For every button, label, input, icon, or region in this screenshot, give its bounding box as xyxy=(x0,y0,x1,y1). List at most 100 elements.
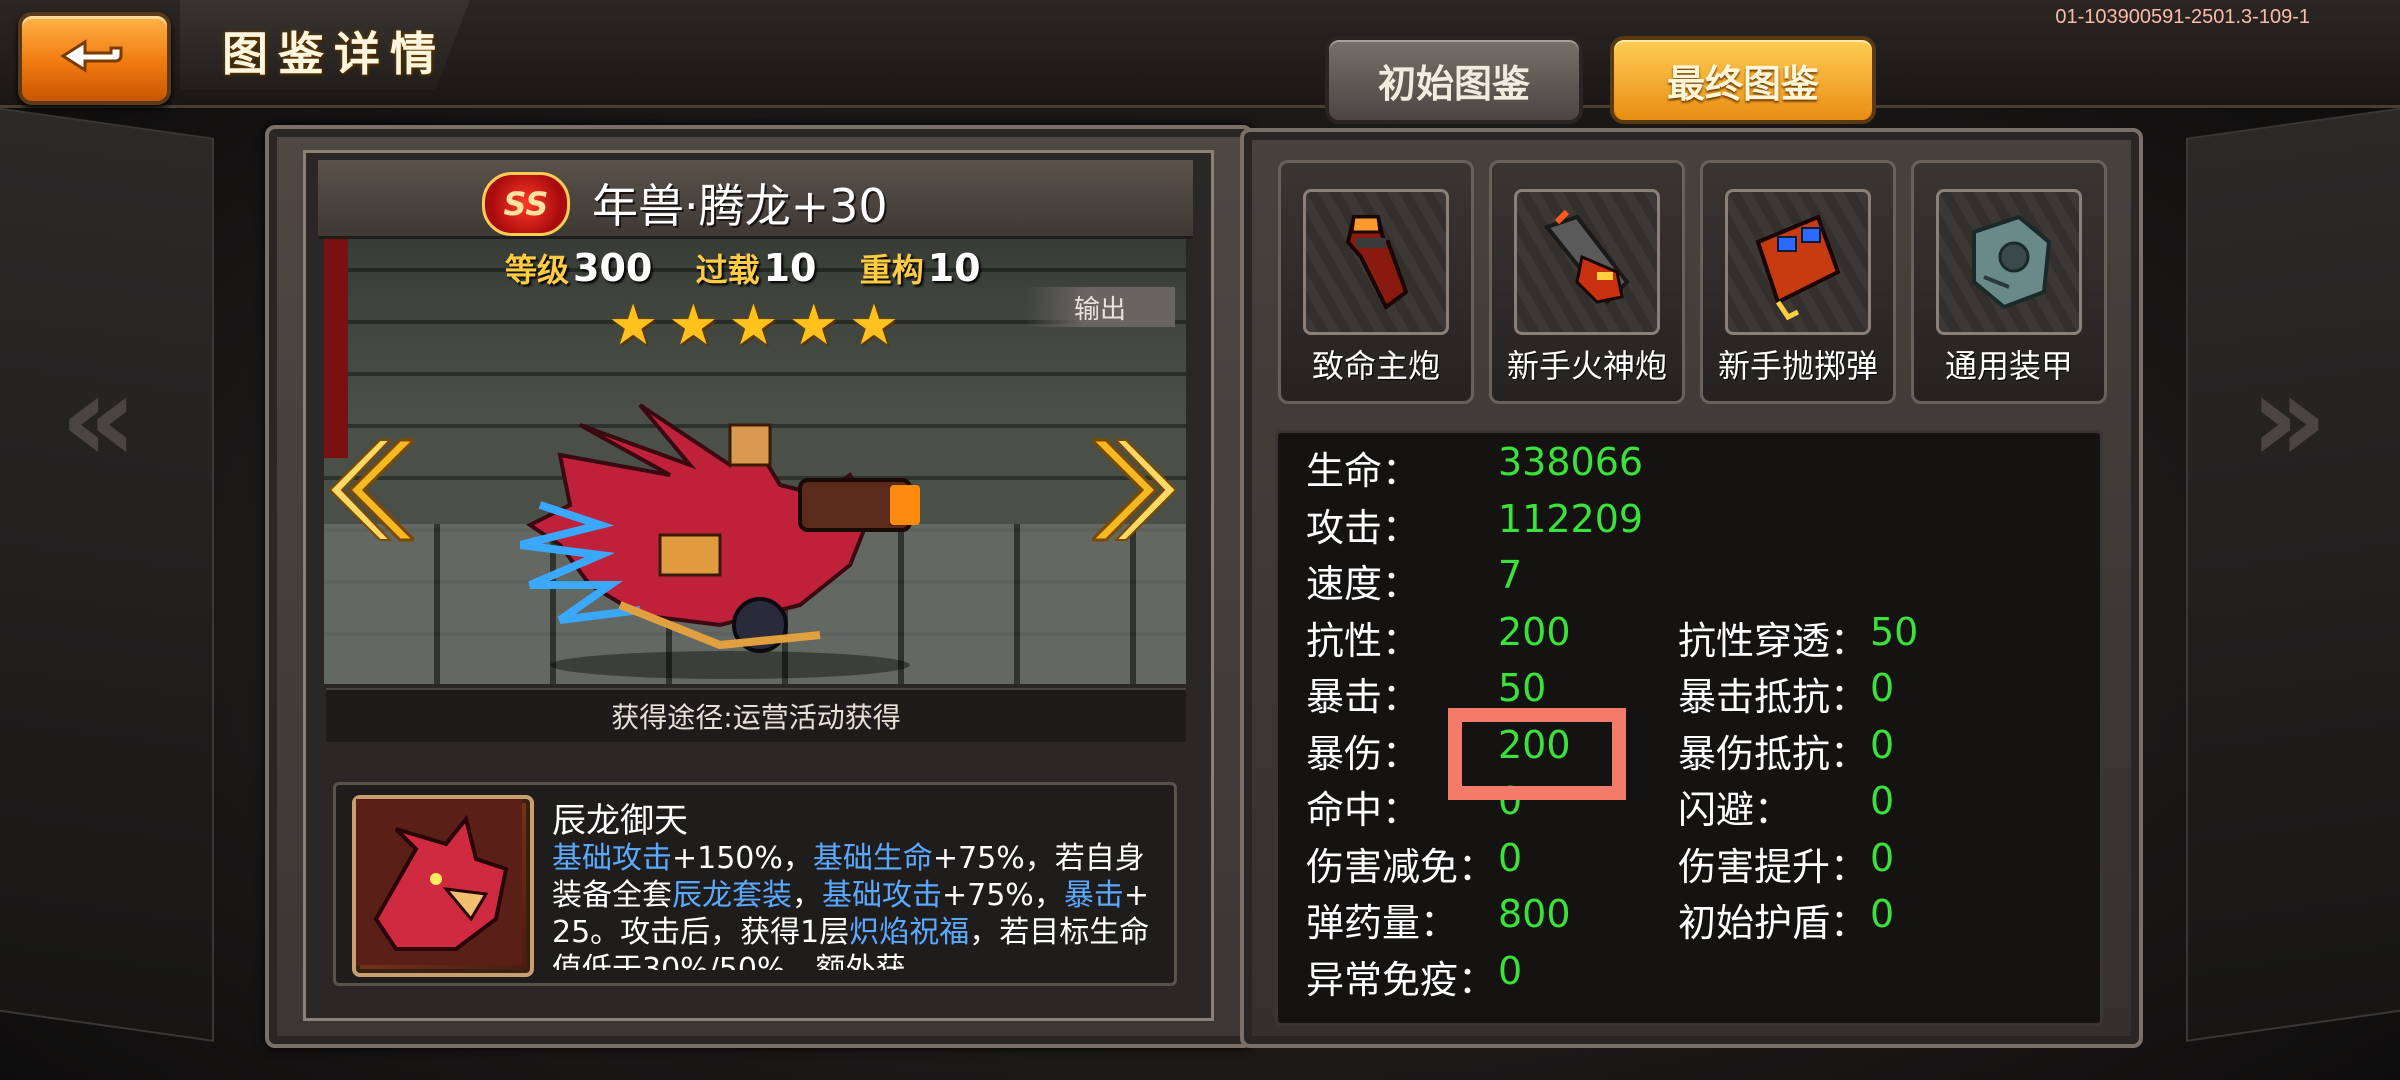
equip-label: 致命主炮 xyxy=(1311,347,1440,385)
cannon-icon xyxy=(1345,215,1409,311)
stat-label: 伤害提升： xyxy=(1678,845,1869,889)
skill-text: ， xyxy=(792,878,822,913)
stat-damage-boost: 伤害提升： 0 xyxy=(1678,836,1894,891)
stat-label: 命中： xyxy=(1306,788,1421,832)
stat-value: 50 xyxy=(1870,610,1919,654)
chevron-right-decor-icon: » xyxy=(2250,350,2328,489)
equip-image xyxy=(1514,189,1660,335)
equip-slot-armor[interactable]: 通用装甲 xyxy=(1911,160,2107,404)
level-value: 300 xyxy=(573,246,653,290)
chevron-left-icon xyxy=(330,438,414,542)
skill-keyword: 炽焰祝福 xyxy=(849,915,970,950)
page-title: 图鉴详情 xyxy=(222,27,446,81)
star-icon: ★ xyxy=(848,293,900,358)
gatling-icon xyxy=(1543,209,1630,305)
stat-label: 伤害减免： xyxy=(1306,845,1497,889)
equip-label: 新手火神炮 xyxy=(1506,347,1667,385)
star-icon: ★ xyxy=(728,293,779,358)
stat-attack: 攻击： 112209 xyxy=(1306,497,1643,552)
stat-crit-resist: 暴击抵抗： 0 xyxy=(1678,666,1894,721)
equip-slot-gatling[interactable]: 新手火神炮 xyxy=(1489,160,1685,404)
source-info: 获得途径:运营活动获得 xyxy=(326,688,1186,742)
rebuild-label: 重构 xyxy=(859,251,924,289)
star-icon: ★ xyxy=(788,293,839,358)
equip-image xyxy=(1725,189,1871,335)
equip-label: 通用装甲 xyxy=(1944,347,2073,385)
equip-image xyxy=(1303,189,1449,335)
background-wall-left xyxy=(0,102,214,1042)
unit-level-line: 等级 300 过载 10 重构 10 xyxy=(505,245,1011,291)
star-icon: ★ xyxy=(668,293,719,358)
stat-value: 800 xyxy=(1498,892,1571,936)
stat-resistance-penetration: 抗性穿透： 50 xyxy=(1678,610,1918,665)
stat-crit-damage-resist: 暴伤抵抗： 0 xyxy=(1678,723,1894,778)
skill-keyword: 暴击 xyxy=(1063,878,1124,913)
stat-label: 暴击： xyxy=(1306,675,1421,719)
stat-hit: 命中： 0 xyxy=(1306,779,1522,834)
stat-label: 异常免疫： xyxy=(1306,958,1497,1002)
stat-initial-shield: 初始护盾： 0 xyxy=(1678,892,1894,947)
next-unit-button[interactable] xyxy=(1092,435,1176,545)
tab-final-codex[interactable]: 最终图鉴 xyxy=(1610,36,1876,124)
stat-ammo: 弹药量： 800 xyxy=(1306,892,1571,947)
rank-badge: SS xyxy=(482,172,570,236)
stat-label: 闪避： xyxy=(1678,788,1793,832)
stat-label: 速度： xyxy=(1306,562,1421,606)
stat-value: 0 xyxy=(1870,779,1895,823)
return-arrow-icon xyxy=(59,38,122,73)
role-tag: 输出 xyxy=(1025,287,1175,327)
equip-image xyxy=(1936,189,2082,335)
star-icon: ★ xyxy=(608,293,659,358)
skill-text: +150%， xyxy=(672,841,813,876)
stat-debuff-immunity: 异常免疫： 0 xyxy=(1306,949,1522,1004)
tab-initial-codex[interactable]: 初始图鉴 xyxy=(1325,36,1583,124)
stat-label: 暴伤： xyxy=(1306,732,1421,776)
overload-value: 10 xyxy=(763,246,817,290)
stat-value: 112209 xyxy=(1498,497,1644,541)
launcher-icon xyxy=(1755,214,1841,321)
star-rating: ★ ★ ★ ★ ★ xyxy=(608,298,899,354)
stat-value: 0 xyxy=(1870,666,1895,710)
equip-slot-main-cannon[interactable]: 致命主炮 xyxy=(1278,160,1474,404)
stat-value: 338066 xyxy=(1498,440,1644,484)
chevron-right-icon xyxy=(1092,438,1176,542)
version-label: 01-103900591-2501.3-109-1 xyxy=(2055,6,2310,28)
equip-label: 新手抛掷弹 xyxy=(1717,347,1878,385)
stat-value: 0 xyxy=(1870,836,1895,880)
stat-speed: 速度： 7 xyxy=(1306,553,1522,608)
stat-dodge: 闪避： 0 xyxy=(1678,779,1894,834)
dragon-head-icon xyxy=(356,799,522,965)
skill-keyword: 基础攻击 xyxy=(552,841,672,876)
stat-label: 抗性穿透： xyxy=(1678,619,1869,663)
skill-name: 辰龙御天 xyxy=(552,801,688,841)
skill-keyword: 基础攻击 xyxy=(822,878,942,913)
stat-value: 7 xyxy=(1498,553,1523,597)
skill-keyword: 基础生命 xyxy=(812,841,933,876)
stat-label: 生命： xyxy=(1306,449,1421,493)
chevron-left-decor-icon: « xyxy=(60,350,138,489)
stat-value: 0 xyxy=(1870,723,1895,767)
stat-crit: 暴击： 50 xyxy=(1306,666,1546,721)
stat-damage-reduction: 伤害减免： 0 xyxy=(1306,836,1522,891)
stat-value: 0 xyxy=(1870,892,1895,936)
dragon-mech-image xyxy=(520,403,920,679)
prev-unit-button[interactable] xyxy=(330,435,414,545)
back-button[interactable] xyxy=(18,12,171,105)
skill-keyword: 辰龙套装 xyxy=(672,878,792,913)
stat-label: 初始护盾： xyxy=(1678,901,1869,945)
background-wall-right xyxy=(2186,102,2400,1042)
stat-hp: 生命： 338066 xyxy=(1306,440,1643,495)
stat-value: 50 xyxy=(1498,666,1547,710)
stat-crit-damage: 暴伤： 200 xyxy=(1306,723,1571,778)
stat-label: 弹药量： xyxy=(1306,901,1459,945)
equip-slot-launcher[interactable]: 新手抛掷弹 xyxy=(1700,160,1896,404)
stat-resistance: 抗性： 200 xyxy=(1306,610,1571,665)
skill-text: +75%， xyxy=(942,878,1064,913)
stat-value: 200 xyxy=(1498,610,1571,654)
highlight-annotation-box xyxy=(1448,708,1626,800)
skill-icon xyxy=(352,795,534,977)
stat-value: 0 xyxy=(1498,836,1523,880)
level-label: 等级 xyxy=(505,251,570,289)
scene-banner-decor xyxy=(324,238,348,458)
armor-icon xyxy=(1972,214,2052,310)
